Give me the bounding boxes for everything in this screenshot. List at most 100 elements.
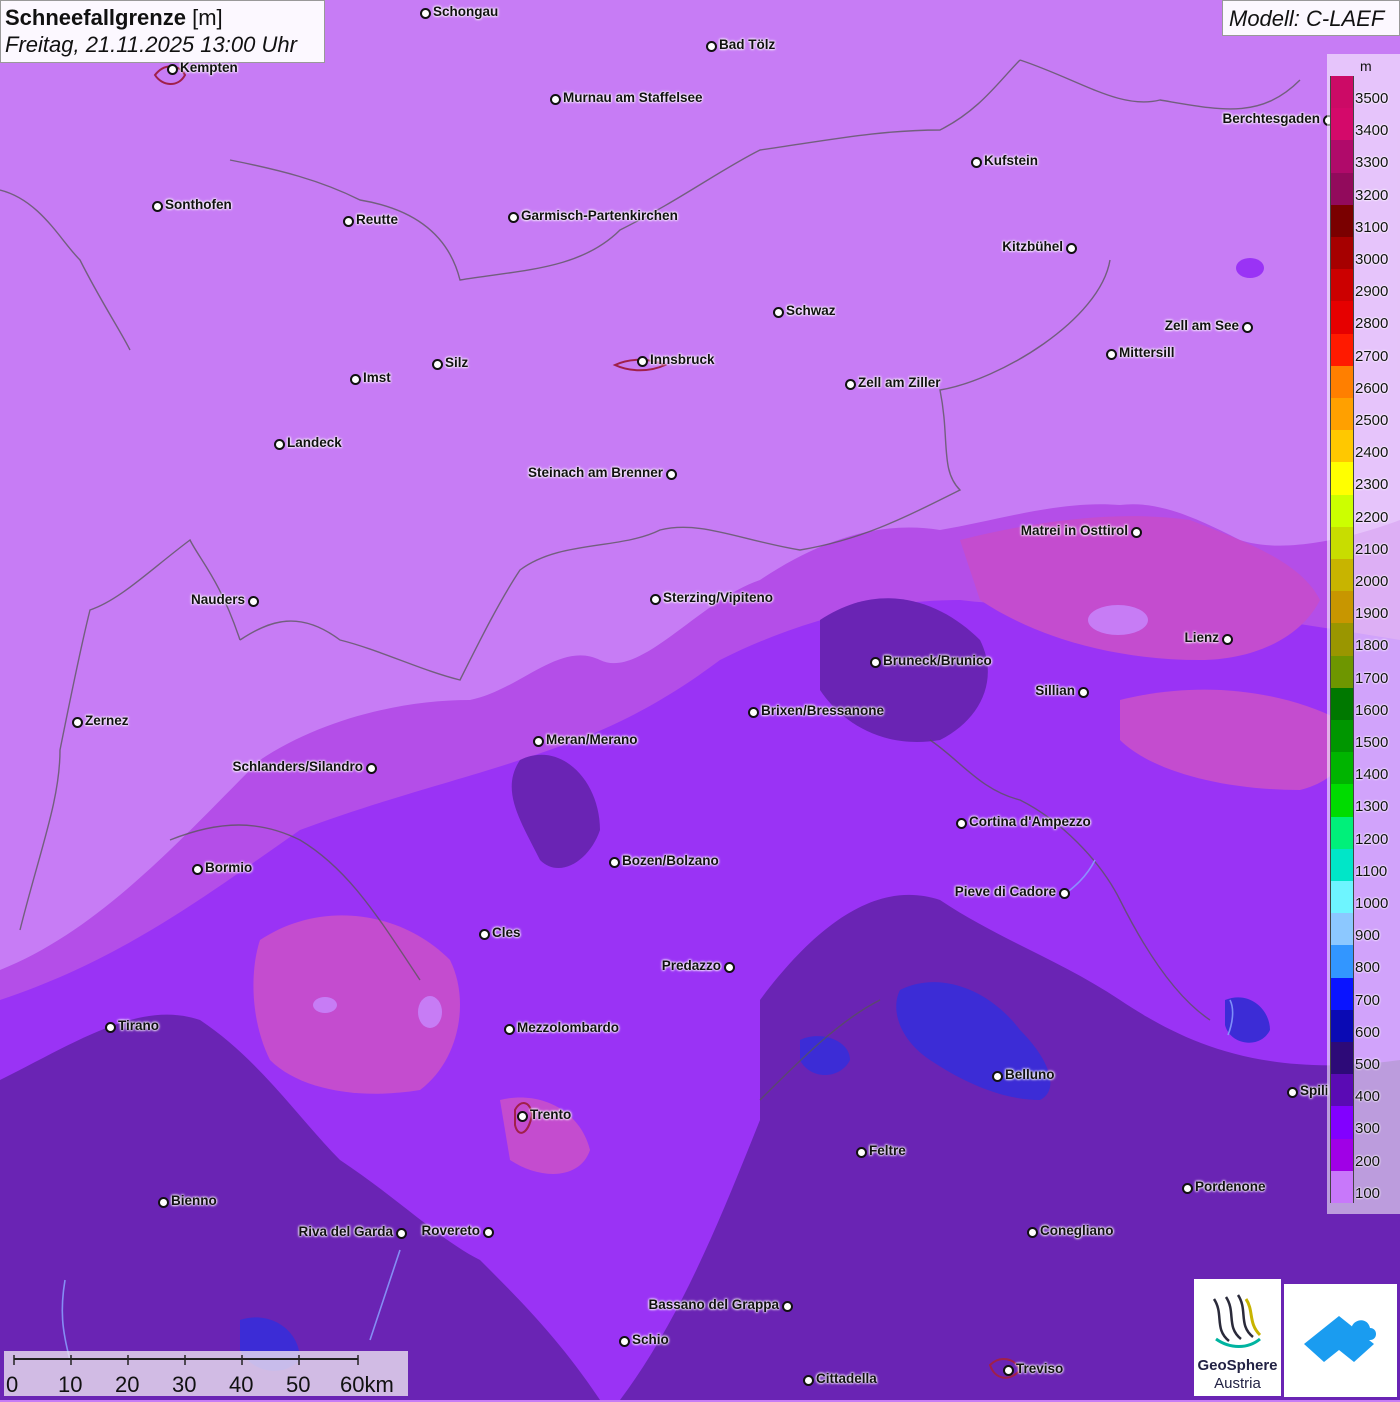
city-label: Belluno	[1005, 1067, 1055, 1082]
scale-tick: 30	[172, 1372, 197, 1397]
city-marker	[342, 215, 354, 227]
city-marker	[649, 593, 661, 605]
legend-swatch	[1330, 140, 1354, 173]
city-marker	[991, 1070, 1003, 1082]
city-marker	[608, 856, 620, 868]
city-label: Cortina d'Ampezzo	[969, 814, 1091, 829]
city-marker	[1130, 526, 1142, 538]
city-label: Sillian	[1035, 683, 1075, 698]
legend-label: 1300	[1355, 798, 1389, 816]
city-label: Murnau am Staffelsee	[563, 90, 703, 105]
legend-swatch	[1330, 1074, 1354, 1107]
city-marker	[1241, 321, 1253, 333]
legend-swatch	[1330, 623, 1354, 656]
city-marker	[636, 355, 648, 367]
app-logo	[1284, 1284, 1397, 1397]
legend-label: 2000	[1355, 573, 1389, 590]
logo-name-1: GeoSphere	[1197, 1357, 1278, 1374]
legend-label: 2500	[1355, 412, 1389, 429]
geosphere-logo: GeoSphere Austria	[1194, 1279, 1281, 1396]
scale-tick: 50	[286, 1372, 311, 1397]
city-marker	[532, 735, 544, 747]
city-label: Landeck	[287, 435, 342, 450]
legend-label: 2400	[1355, 444, 1389, 462]
city-label: Conegliano	[1040, 1223, 1114, 1238]
legend-swatch	[1330, 848, 1354, 881]
legend-swatch	[1330, 1170, 1354, 1203]
city-marker	[191, 863, 203, 875]
map-title: Schneefallgrenze [m]	[5, 5, 223, 31]
legend-swatch	[1330, 108, 1354, 141]
legend-label: 3200	[1355, 186, 1389, 204]
city-marker	[507, 211, 519, 223]
city-marker	[1065, 242, 1077, 254]
legend-label: 1600	[1355, 701, 1389, 719]
city-marker	[772, 306, 784, 318]
city-label: Bormio	[205, 860, 253, 875]
city-label: Schlanders/Silandro	[232, 759, 363, 774]
city-label: Predazzo	[661, 958, 721, 973]
city-marker	[419, 7, 431, 19]
city-marker	[166, 63, 178, 75]
city-label: Zell am See	[1164, 318, 1239, 333]
city-label: Berchtesgaden	[1222, 111, 1320, 126]
legend-swatch	[1330, 494, 1354, 527]
legend-swatch	[1330, 172, 1354, 205]
legend-swatch	[1330, 301, 1354, 334]
city-label: Schwaz	[786, 303, 836, 318]
legend-swatch	[1330, 1009, 1354, 1042]
city-marker	[503, 1023, 515, 1035]
city-label: Zernez	[85, 713, 129, 728]
legend-label: 3500	[1355, 90, 1389, 107]
city-label: Bienno	[171, 1193, 217, 1208]
city-label: Kitzbühel	[1002, 239, 1063, 254]
city-marker	[157, 1196, 169, 1208]
legend-swatch	[1330, 977, 1354, 1010]
city-label: Spili	[1300, 1083, 1329, 1098]
city-marker	[1026, 1226, 1038, 1238]
legend-label: 2900	[1355, 283, 1389, 301]
city-label: Trento	[530, 1107, 572, 1122]
legend-swatch	[1330, 269, 1354, 302]
legend-label: 100	[1355, 1184, 1381, 1202]
legend-label: 900	[1355, 927, 1381, 945]
legend-label: 1200	[1355, 830, 1389, 848]
city-label: Garmisch-Partenkirchen	[521, 208, 678, 223]
legend-label: 2600	[1355, 379, 1389, 397]
city-label: Mezzolombardo	[517, 1020, 620, 1035]
title-label: Schneefallgrenze	[5, 5, 186, 30]
legend-swatch	[1330, 816, 1354, 849]
legend-unit: m	[1360, 58, 1372, 74]
legend-label: 1700	[1355, 669, 1389, 687]
legend-label: 200	[1355, 1152, 1381, 1170]
city-marker	[516, 1110, 528, 1122]
city-marker	[705, 40, 717, 52]
logo-name-2: Austria	[1214, 1375, 1261, 1392]
legend-label: 1400	[1355, 766, 1389, 784]
legend-swatch	[1330, 591, 1354, 624]
city-label: Brixen/Bressanone	[761, 703, 885, 718]
city-label: Pieve di Cadore	[954, 884, 1056, 899]
scale-tick: 0	[6, 1372, 19, 1397]
scale-tick: 10	[58, 1372, 83, 1397]
city-label: Imst	[363, 370, 391, 385]
city-label: Tirano	[118, 1018, 160, 1033]
city-label: Meran/Merano	[546, 732, 638, 747]
map-title-box: Schneefallgrenze [m] Freitag, 21.11.2025…	[0, 0, 325, 63]
legend-swatch	[1330, 430, 1354, 463]
title-unit: [m]	[192, 5, 223, 30]
legend-swatch	[1330, 720, 1354, 753]
legend-label: 1500	[1355, 734, 1389, 751]
city-marker	[665, 468, 677, 480]
city-marker	[855, 1146, 867, 1158]
legend-swatch	[1330, 559, 1354, 592]
legend-label: 3400	[1355, 122, 1389, 140]
city-marker	[104, 1021, 116, 1033]
legend-swatch	[1330, 365, 1354, 398]
city-label: Matrei in Osttirol	[1020, 523, 1128, 538]
legend-swatch	[1330, 398, 1354, 431]
legend-label: 2700	[1355, 347, 1389, 365]
city-marker	[869, 656, 881, 668]
legend-label: 2200	[1355, 508, 1389, 526]
legend-label: 500	[1355, 1056, 1381, 1073]
